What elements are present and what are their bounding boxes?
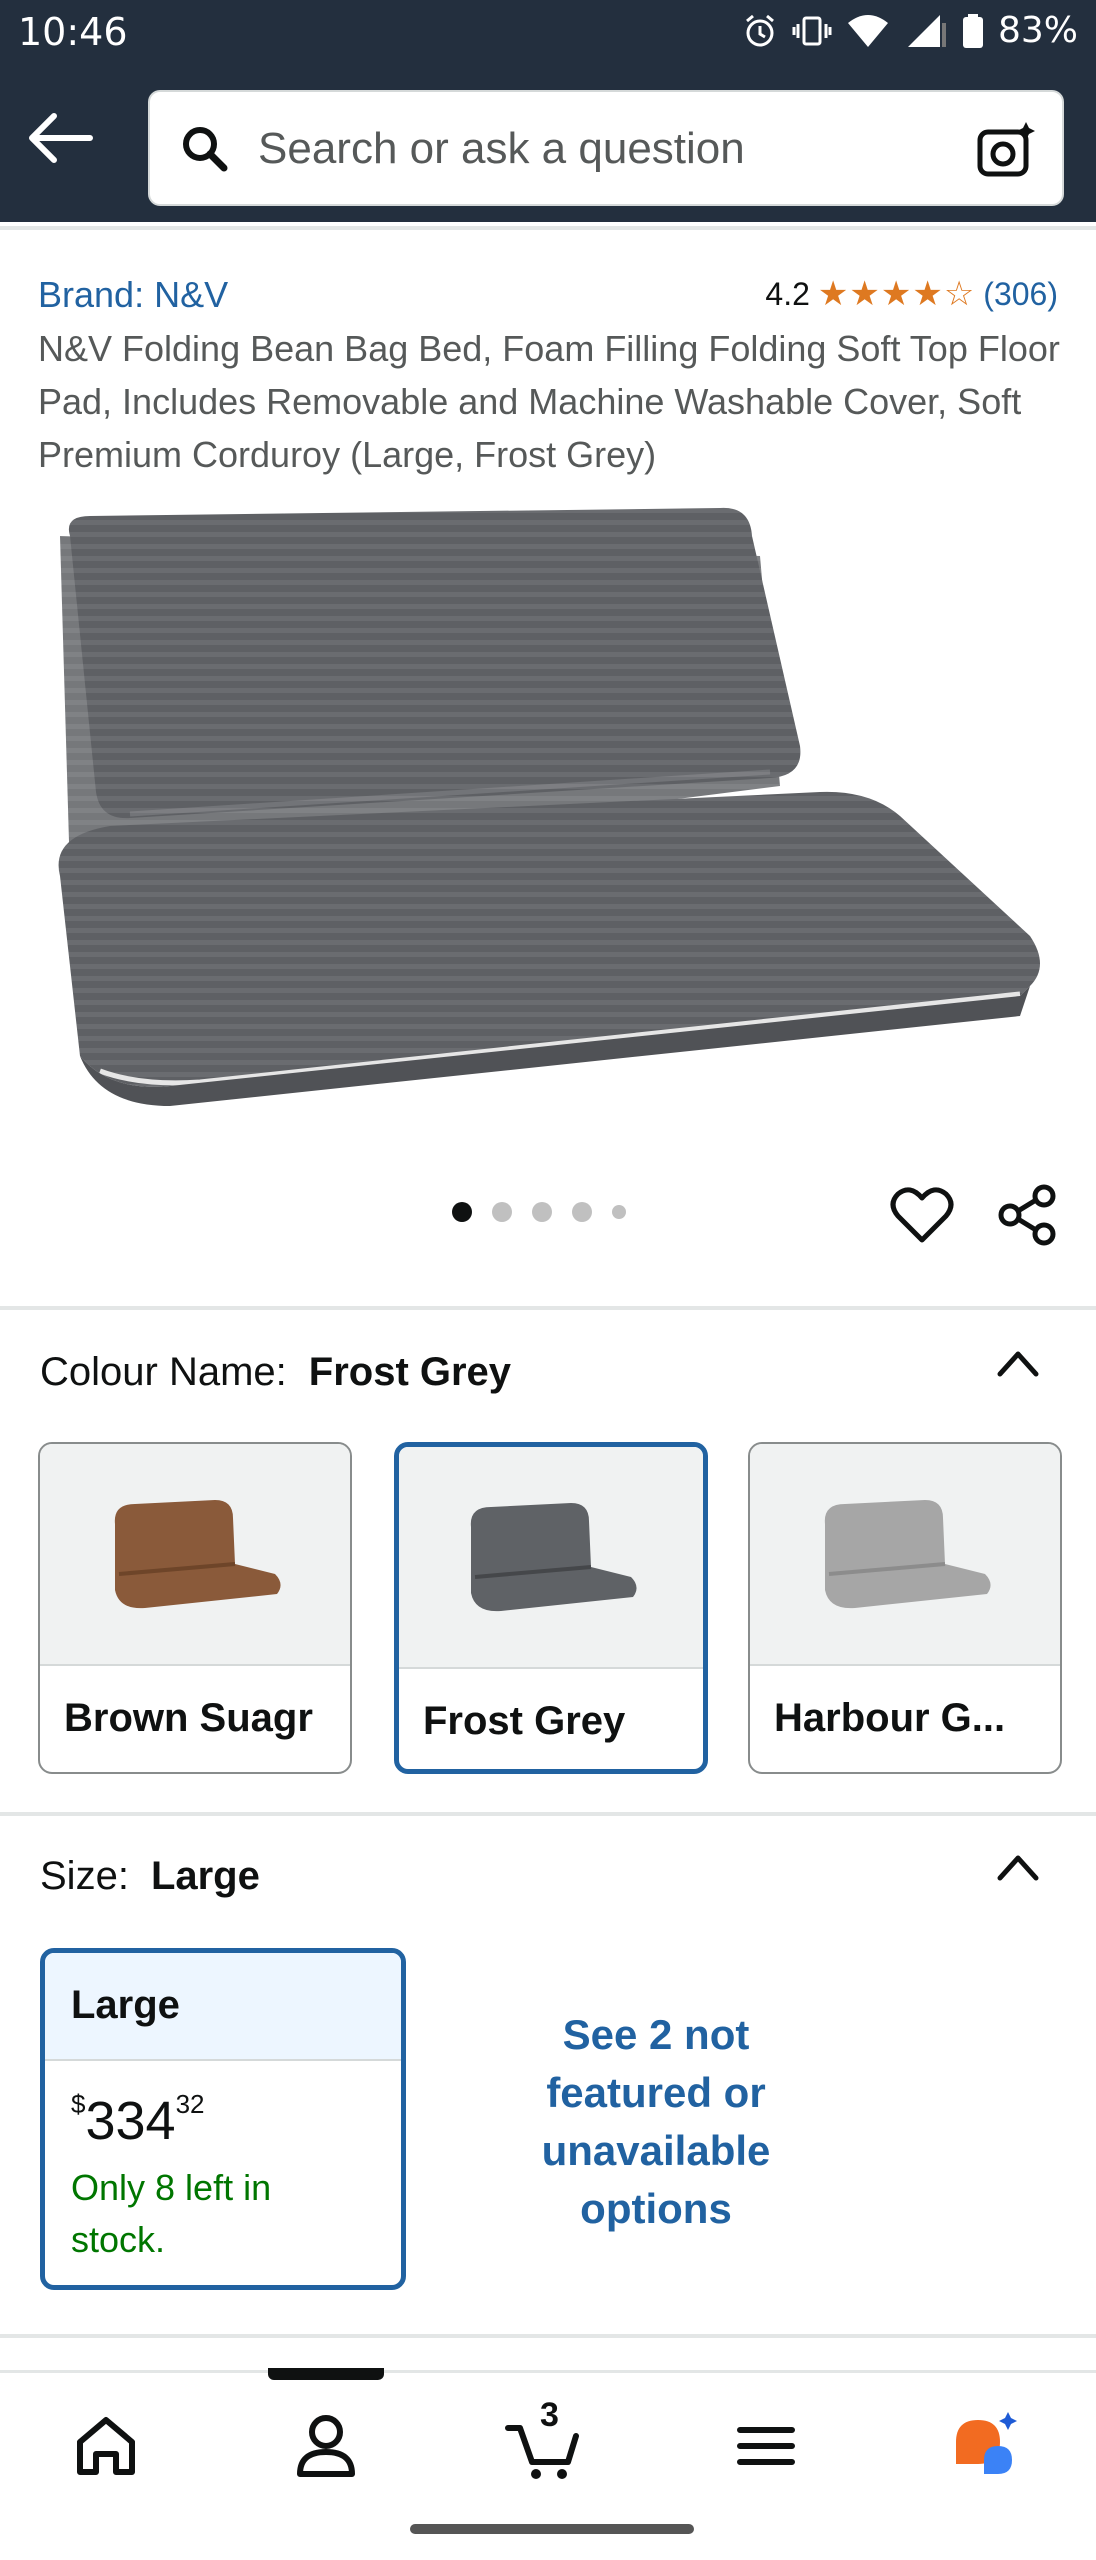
- colour-option-label: Brown Suagr: [64, 1696, 313, 1740]
- menu-icon[interactable]: [726, 2406, 806, 2486]
- cart-count-badge: 3: [540, 2396, 559, 2434]
- search-icon: [183, 127, 228, 172]
- chevron-up-icon[interactable]: [996, 1852, 1040, 1882]
- carousel-dot[interactable]: [572, 1202, 592, 1222]
- search-bar[interactable]: [148, 90, 1064, 206]
- account-icon[interactable]: [286, 2406, 366, 2486]
- rating-summary[interactable]: 4.2 ★★★★☆ (306): [765, 274, 1058, 314]
- header-divider: [0, 226, 1096, 230]
- section-divider: [0, 1306, 1096, 1310]
- colour-thumb: [750, 1444, 1060, 1666]
- rating-value: 4.2: [765, 275, 810, 312]
- stock-status: Only 8 left in stock.: [71, 2167, 272, 2260]
- status-icons: 83%: [742, 10, 1078, 51]
- heart-icon[interactable]: [890, 1186, 954, 1244]
- carousel-dot[interactable]: [532, 1202, 552, 1222]
- colour-option-brown[interactable]: Brown Suagr: [38, 1442, 352, 1774]
- brand-link[interactable]: Brand: N&V: [38, 274, 228, 316]
- colour-selected-value: Frost Grey: [308, 1350, 512, 1394]
- product-image[interactable]: [40, 496, 1050, 1116]
- size-label-text: Size:: [40, 1854, 129, 1898]
- size-label: Size: Large: [40, 1854, 260, 1899]
- colour-option-harbour-grey[interactable]: Harbour G...: [748, 1442, 1062, 1774]
- size-option-large[interactable]: Large $33432 Only 8 left in stock.: [40, 1948, 406, 2290]
- price-whole: 334: [85, 2091, 176, 2151]
- nav-active-indicator: [268, 2368, 384, 2380]
- status-bar: 10:46 83%: [0, 0, 1096, 66]
- rating-count[interactable]: (306): [983, 276, 1058, 313]
- product-title: N&V Folding Bean Bag Bed, Foam Filling F…: [38, 328, 1060, 475]
- section-divider: [0, 1812, 1096, 1816]
- see-more-options-link[interactable]: See 2 not featured or unavailable option…: [500, 2006, 812, 2238]
- share-icon[interactable]: [998, 1184, 1058, 1246]
- price-symbol: $: [71, 2089, 86, 2119]
- rating-stars-icon: ★★★★☆: [817, 275, 976, 313]
- colour-thumb: [40, 1444, 350, 1666]
- wifi-icon: [847, 14, 888, 47]
- section-divider: [0, 2334, 1096, 2338]
- carousel-dot[interactable]: [492, 1202, 512, 1222]
- size-option-label: Large: [45, 1953, 401, 2061]
- app-header: [0, 66, 1096, 222]
- colour-name-label: Colour Name: Frost Grey: [40, 1350, 511, 1395]
- size-option-price: $33432: [45, 2061, 401, 2152]
- colour-option-label: Frost Grey: [423, 1699, 626, 1743]
- vibrate-icon: [792, 16, 832, 45]
- colour-option-frost-grey[interactable]: Frost Grey: [394, 1442, 708, 1774]
- camera-icon[interactable]: [976, 120, 1036, 180]
- carousel-dot[interactable]: [452, 1202, 472, 1222]
- home-icon[interactable]: [66, 2406, 146, 2486]
- back-arrow-icon[interactable]: [24, 112, 94, 164]
- chevron-up-icon[interactable]: [996, 1348, 1040, 1378]
- colour-label-text: Colour Name:: [40, 1350, 287, 1394]
- image-carousel-dots[interactable]: [452, 1202, 626, 1222]
- colour-option-label: Harbour G...: [774, 1696, 1006, 1740]
- carousel-dot[interactable]: [612, 1205, 626, 1219]
- price-fraction: 32: [175, 2089, 205, 2119]
- battery-percent: 83%: [997, 10, 1078, 51]
- colour-thumb: [399, 1447, 703, 1669]
- status-time: 10:46: [18, 10, 128, 54]
- alarm-icon: [746, 14, 774, 46]
- rufus-icon[interactable]: [946, 2406, 1026, 2486]
- battery-icon: [962, 13, 983, 48]
- search-input[interactable]: [258, 114, 938, 184]
- gesture-home-bar[interactable]: [410, 2524, 694, 2534]
- signal-icon: [907, 14, 946, 47]
- size-selected-value: Large: [150, 1854, 260, 1898]
